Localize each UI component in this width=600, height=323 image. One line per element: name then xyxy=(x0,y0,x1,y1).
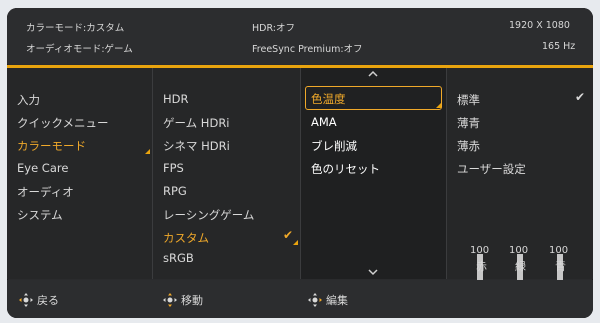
hdr-status: HDR:オフ xyxy=(252,23,295,34)
color-mode-srgb[interactable]: sRGB xyxy=(163,251,194,265)
check-icon: ✔ xyxy=(283,228,294,242)
move-label: 移動 xyxy=(181,294,203,307)
color-mode-cinema-hdri[interactable]: シネマ HDRi xyxy=(163,138,230,154)
selected-corner-marker xyxy=(293,240,298,245)
color-mode-custom[interactable]: カスタム xyxy=(163,230,209,246)
main-menu: 入力 クイックメニュー カラーモード Eye Care オーディオ システム xyxy=(7,68,153,279)
selected-corner-marker xyxy=(145,149,150,154)
menu-item-color-mode[interactable]: カラーモード xyxy=(17,138,86,154)
dpad-updown-icon xyxy=(163,293,177,307)
green-label: 緑 xyxy=(515,260,526,273)
check-icon: ✔ xyxy=(575,90,586,104)
red-label: 赤 xyxy=(476,260,487,273)
menu-item-quick-menu[interactable]: クイックメニュー xyxy=(17,115,109,131)
custom-settings-menu: 色温度 AMA ブレ削減 色のリセット xyxy=(301,68,447,279)
focus-corner-marker xyxy=(436,103,441,108)
resolution-status: 1920 X 1080 xyxy=(509,20,570,31)
monitor-osd: カラーモード:カスタム HDR:オフ 1920 X 1080 オーディオモード:… xyxy=(7,8,593,318)
back-label: 戻る xyxy=(37,294,59,307)
blue-label: 青 xyxy=(555,260,566,273)
status-header: カラーモード:カスタム HDR:オフ 1920 X 1080 オーディオモード:… xyxy=(7,8,593,64)
color-mode-game-hdri[interactable]: ゲーム HDRi xyxy=(163,115,230,131)
dpad-right-icon xyxy=(308,293,322,307)
menu-item-system[interactable]: システム xyxy=(17,207,63,223)
setting-motion-blur-reduction[interactable]: ブレ削減 xyxy=(311,138,357,154)
color-mode-fps[interactable]: FPS xyxy=(163,161,184,175)
scroll-down-icon[interactable] xyxy=(368,269,378,276)
color-mode-status: カラーモード:カスタム xyxy=(26,23,125,34)
color-mode-rpg[interactable]: RPG xyxy=(163,184,187,198)
menu-item-eye-care[interactable]: Eye Care xyxy=(17,161,68,175)
refresh-rate-status: 165 Hz xyxy=(542,41,576,52)
edit-label: 編集 xyxy=(326,294,348,307)
color-mode-menu: HDR ゲーム HDRi シネマ HDRi FPS RPG レーシングゲーム カ… xyxy=(153,68,301,279)
freesync-status: FreeSync Premium:オフ xyxy=(252,44,363,55)
menu-item-audio[interactable]: オーディオ xyxy=(17,184,74,200)
key-guide-footer: 戻る 移動 編集 xyxy=(7,280,593,318)
temp-option-bluish[interactable]: 薄青 xyxy=(457,115,480,131)
dpad-left-icon xyxy=(19,293,33,307)
temp-option-user-define[interactable]: ユーザー設定 xyxy=(457,161,526,177)
move-hint[interactable]: 移動 xyxy=(163,292,203,308)
color-temp-options: 標準 ✔ 薄青 薄赤 ユーザー設定 100 100 100 xyxy=(447,68,593,318)
edit-hint[interactable]: 編集 xyxy=(308,292,348,308)
color-mode-hdr[interactable]: HDR xyxy=(163,92,189,106)
temp-option-reddish[interactable]: 薄赤 xyxy=(457,138,480,154)
setting-color-temperature[interactable]: 色温度 xyxy=(311,91,346,107)
temp-option-normal[interactable]: 標準 xyxy=(457,92,480,108)
menu-item-input[interactable]: 入力 xyxy=(17,92,40,108)
setting-ama[interactable]: AMA xyxy=(311,115,337,129)
color-mode-racing-game[interactable]: レーシングゲーム xyxy=(163,207,254,223)
setting-color-reset[interactable]: 色のリセット xyxy=(311,161,380,177)
scroll-up-icon[interactable] xyxy=(368,70,378,77)
audio-mode-status: オーディオモード:ゲーム xyxy=(26,44,133,55)
back-hint[interactable]: 戻る xyxy=(19,292,59,308)
